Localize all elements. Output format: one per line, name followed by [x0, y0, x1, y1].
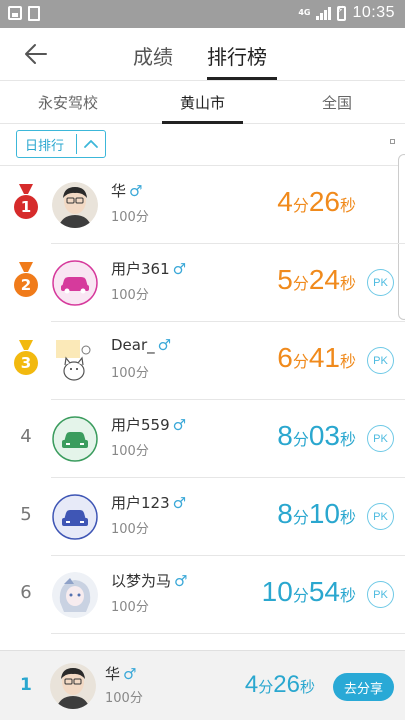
car-avatar-icon[interactable] [52, 416, 98, 462]
status-right-icons: 4G 10:35 [298, 4, 395, 22]
status-bar: 4G 10:35 [0, 0, 405, 28]
silver-medal-icon: 2 [10, 262, 42, 300]
anime-avatar-icon[interactable] [52, 572, 98, 618]
tab-score[interactable]: 成绩 [133, 41, 173, 70]
user-score: 100分 [111, 600, 149, 615]
user-score: 100分 [111, 444, 149, 459]
user-score: 100分 [111, 210, 149, 225]
row-divider [51, 633, 405, 634]
male-icon: ♂ [129, 182, 143, 200]
header: 成绩 排行榜 [0, 28, 405, 80]
elapsed-time: 8分03秒 [277, 420, 356, 451]
car-avatar-icon[interactable] [52, 260, 98, 306]
user-score: 100分 [111, 366, 149, 381]
username: 用户123 ♂ [111, 494, 187, 512]
leaderboard-row[interactable]: 2 用户361 ♂ 100分 5分24秒 PK [0, 244, 405, 322]
male-icon: ♂ [172, 416, 187, 434]
elapsed-time: 5分24秒 [277, 264, 356, 295]
period-filter-dropdown[interactable]: 日排行 [16, 130, 106, 158]
medal-rank-number: 3 [20, 354, 32, 372]
username: 用户361 ♂ [111, 260, 187, 278]
username: Dear_ ♂ [111, 336, 172, 354]
male-icon: ♂ [123, 665, 137, 683]
rank-number: 6 [20, 582, 32, 603]
chevron-up-icon [77, 139, 105, 149]
gold-medal-icon: 1 [10, 184, 42, 222]
leaderboard-row[interactable]: 1 华 ♂ 100分 4分26秒 [0, 166, 405, 244]
region-tabs: 永安驾校 黄山市 全国 [0, 80, 405, 124]
filter-bar: 日排行 [0, 124, 405, 166]
male-icon: ♂ [172, 494, 187, 512]
male-icon: ♂ [174, 572, 188, 590]
my-rank-bar: 1 华 ♂ 100分 4分26秒 去分享 [0, 650, 405, 720]
pk-button[interactable]: PK [367, 269, 394, 296]
rank-number: 5 [20, 504, 32, 525]
pk-button[interactable]: PK [367, 347, 394, 374]
tab-leaderboard[interactable]: 排行榜 [207, 41, 267, 70]
leaderboard-row[interactable]: 3 Dear_ ♂ 100分 6分41秒 PK [0, 322, 405, 400]
my-rank-number: 1 [20, 675, 32, 695]
small-square-icon [390, 139, 395, 144]
back-arrow-icon[interactable] [22, 40, 50, 68]
bronze-medal-icon: 3 [10, 340, 42, 378]
medal-rank-number: 1 [20, 198, 32, 216]
leaderboard-row[interactable]: 4 用户559 ♂ 100分 8分03秒 PK [0, 400, 405, 478]
filter-label: 日排行 [25, 138, 65, 154]
region-tab-city[interactable]: 黄山市 [180, 92, 225, 113]
status-time: 10:35 [352, 4, 395, 21]
elapsed-time: 6分41秒 [277, 342, 356, 373]
share-button[interactable]: 去分享 [333, 673, 394, 701]
cat-avatar-icon[interactable] [52, 338, 98, 384]
user-score: 100分 [111, 288, 149, 303]
battery-icon [336, 5, 347, 21]
my-score: 100分 [105, 691, 143, 706]
male-icon: ♂ [172, 260, 187, 278]
network-type: 4G [298, 8, 311, 17]
photo-avatar-icon[interactable] [50, 663, 96, 709]
elapsed-time: 8分10秒 [277, 498, 356, 529]
pk-button[interactable]: PK [367, 425, 394, 452]
gallery-icon [8, 6, 22, 20]
username: 华 ♂ [111, 182, 143, 200]
leaderboard-row[interactable]: 5 用户123 ♂ 100分 8分10秒 PK [0, 478, 405, 556]
leaderboard-list[interactable]: 1 华♂ 100分 4分26秒 2 用户361♂ 100分 5分24秒 PK [0, 166, 405, 634]
username: 以梦为马 ♂ [111, 572, 188, 590]
file-icon [28, 6, 40, 21]
medal-rank-number: 2 [20, 276, 32, 294]
username: 用户559 ♂ [111, 416, 187, 434]
pk-button[interactable]: PK [367, 503, 394, 530]
car-avatar-icon[interactable] [52, 494, 98, 540]
user-score: 100分 [111, 522, 149, 537]
male-icon: ♂ [157, 336, 172, 354]
region-tab-school[interactable]: 永安驾校 [38, 92, 98, 113]
status-left-icons [8, 6, 40, 21]
my-elapsed-time: 4分26秒 [244, 671, 315, 698]
elapsed-time: 4分26秒 [277, 186, 356, 217]
leaderboard-row[interactable]: 6 以梦为马 ♂ 100分 10分54秒 PK [0, 556, 405, 634]
photo-avatar-icon[interactable] [52, 182, 98, 228]
elapsed-time: 10分54秒 [261, 576, 356, 607]
region-tab-national[interactable]: 全国 [322, 92, 352, 113]
my-username: 华 ♂ [105, 665, 137, 683]
rank-number: 4 [20, 426, 32, 447]
signal-icon [316, 6, 332, 20]
pk-button[interactable]: PK [367, 581, 394, 608]
